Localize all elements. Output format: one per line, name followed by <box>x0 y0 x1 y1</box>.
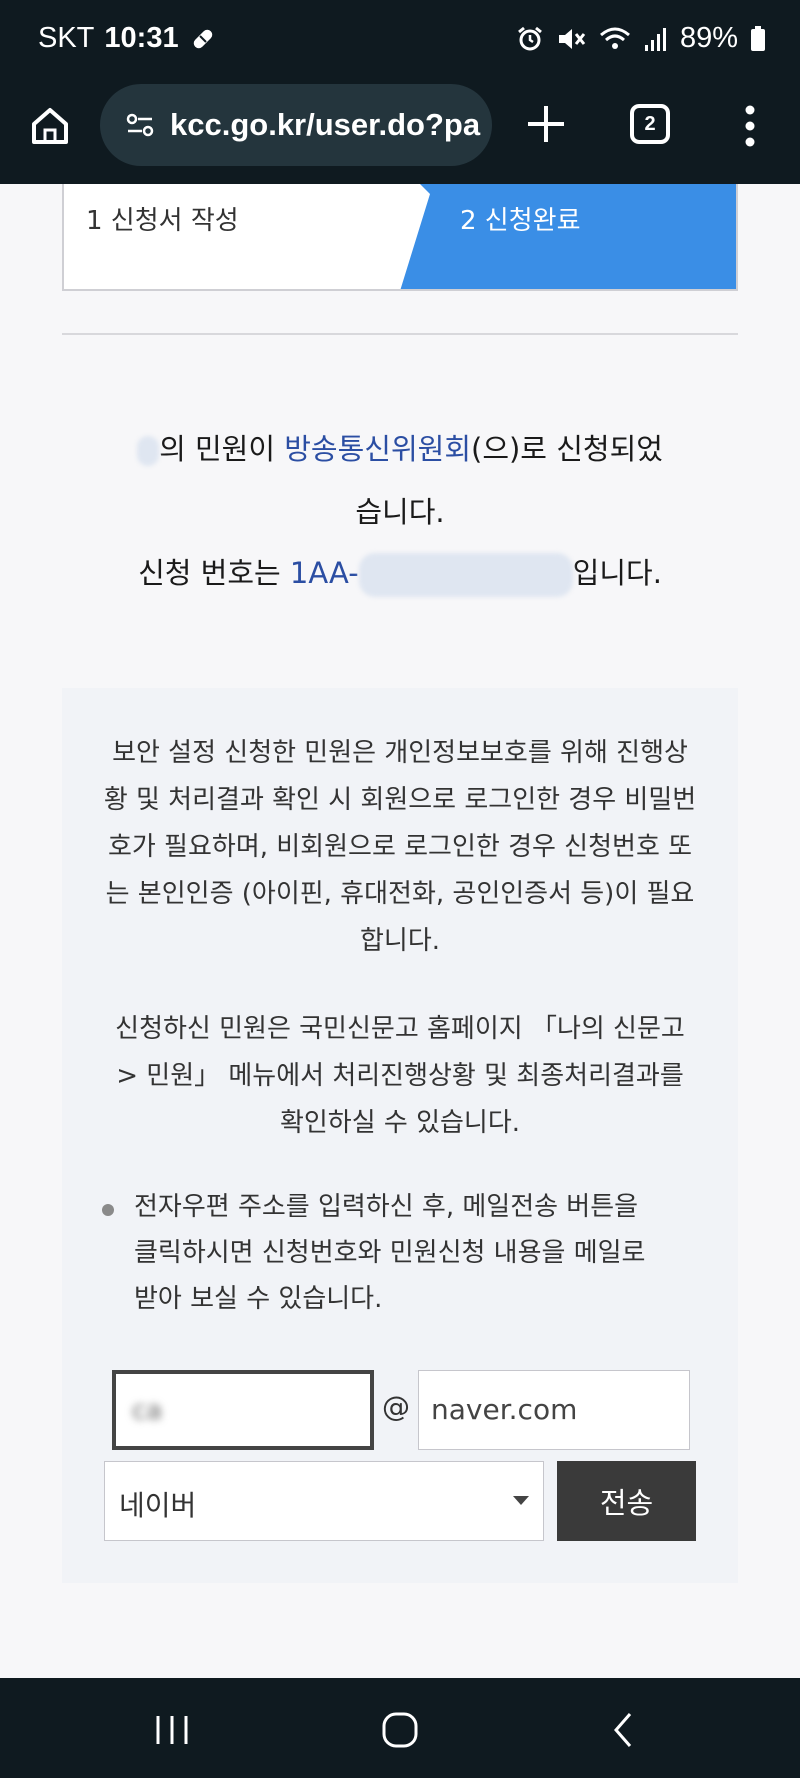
browser-toolbar: kcc.go.kr/user.do?pa 2 <box>0 84 800 184</box>
confirmation-line-1: 의 민원이 방송통신위원회(으)로 신청되었 <box>62 418 738 480</box>
at-sign: @ <box>382 1390 410 1423</box>
url-bar[interactable]: kcc.go.kr/user.do?pa <box>100 84 492 166</box>
status-right: 89% <box>516 22 766 55</box>
msg-line1-pre: 의 민원이 <box>159 432 285 466</box>
domain-select-value: 네이버 <box>119 1489 197 1522</box>
msg-line3-post: 입니다. <box>572 556 662 590</box>
msg-line3-pre: 신청 번호는 <box>138 556 290 590</box>
bullet-icon <box>102 1204 114 1216</box>
more-menu-icon[interactable] <box>738 102 762 150</box>
dropdown-caret-icon <box>513 1496 529 1505</box>
email-instruction-text: 전자우편 주소를 입력하신 후, 메일전송 버튼을 클릭하시면 신청번호와 민원… <box>134 1192 646 1314</box>
wifi-icon <box>599 27 630 49</box>
alarm-icon <box>518 26 542 50</box>
back-icon[interactable] <box>600 1708 648 1752</box>
application-number: 1AA- <box>289 556 359 590</box>
msg-line2: 습니다. <box>355 495 445 529</box>
system-nav-bar <box>0 1678 800 1778</box>
tab-count: 2 <box>644 112 656 135</box>
tracking-notice: 신청하신 민원은 국민신문고 홈페이지 「나의 신문고 > 민원」 메뉴에서 처… <box>115 1014 685 1138</box>
redacted-application-number <box>358 553 573 597</box>
info-panel: 보안 설정 신청한 민원은 개인정보보호를 위해 진행상황 및 처리결과 확인 … <box>62 688 738 1583</box>
step-application-complete: 2 신청완료 <box>460 206 581 236</box>
step-write-application: 1 신청서 작성 <box>86 206 239 236</box>
send-button[interactable]: 전송 <box>557 1461 696 1541</box>
email-local-input[interactable]: ca <box>112 1370 374 1450</box>
battery-icon <box>751 25 765 51</box>
send-label: 전송 <box>599 1486 654 1520</box>
confirmation-line-2: 습니다. <box>62 481 738 543</box>
battery-percent: 89% <box>679 22 738 54</box>
home-circle-icon[interactable] <box>376 1708 424 1752</box>
status-left: SKT 10:31 <box>38 22 217 55</box>
confirmation-line-3: 신청 번호는 1AA- 입니다. <box>62 542 738 604</box>
email-local-value: ca <box>132 1396 163 1426</box>
divider <box>62 333 738 335</box>
carrier: SKT <box>38 22 95 54</box>
signal-icon <box>644 27 666 51</box>
email-domain-input[interactable]: naver.com <box>418 1370 690 1450</box>
status-bar: SKT 10:31 89% <box>0 0 800 84</box>
recent-apps-icon[interactable] <box>148 1708 196 1752</box>
security-notice: 보안 설정 신청한 민원은 개인정보보호를 위해 진행상황 및 처리결과 확인 … <box>103 738 697 956</box>
clock: 10:31 <box>104 22 179 54</box>
home-icon[interactable] <box>26 102 74 150</box>
progress-steps: 1 신청서 작성 2 신청완료 <box>62 184 738 291</box>
site-settings-icon[interactable] <box>124 109 156 141</box>
mute-icon <box>558 28 586 49</box>
msg-line1-post: (으)로 신청되었 <box>471 432 663 466</box>
redacted-name <box>137 436 160 466</box>
tab-switcher-button[interactable]: 2 <box>630 104 670 144</box>
email-instruction: 전자우편 주소를 입력하신 후, 메일전송 버튼을 클릭하시면 신청번호와 민원… <box>102 1184 698 1322</box>
new-tab-icon[interactable] <box>522 100 570 148</box>
url-text: kcc.go.kr/user.do?pa <box>170 107 481 142</box>
email-domain-select[interactable]: 네이버 <box>104 1461 544 1541</box>
agency-name: 방송통신위원회 <box>284 432 471 466</box>
pill-icon <box>193 29 212 48</box>
